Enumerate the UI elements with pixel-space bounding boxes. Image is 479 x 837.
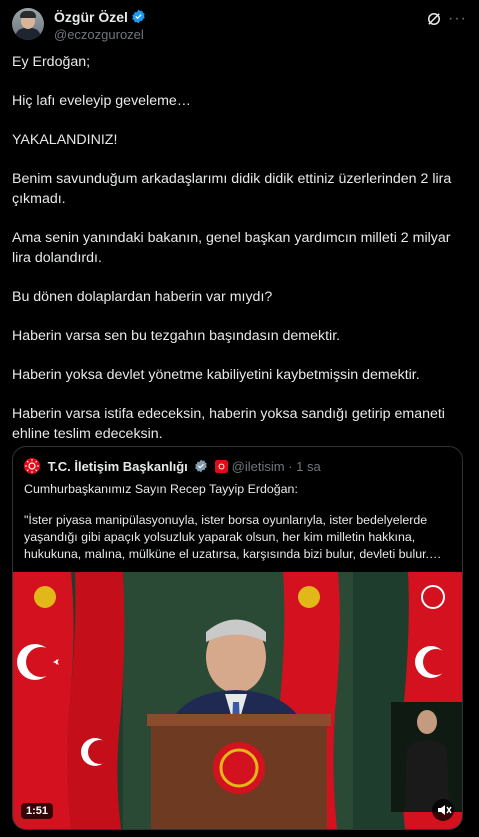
flag-left-2 [67, 572, 125, 829]
tweet-paragraph: Benim savunduğum arkadaşlarımı didik did… [12, 171, 452, 207]
separator: · [288, 459, 293, 474]
flag-left [13, 572, 74, 829]
video-duration: 1:51 [21, 803, 54, 819]
iletisim-logo-icon [24, 458, 40, 474]
more-icon[interactable]: ··· [448, 10, 467, 28]
quoted-author-handle[interactable]: @iletisim [232, 459, 285, 474]
tweet-paragraph: Haberin varsa sen bu tezgahın başındasın… [12, 328, 341, 344]
tweet-paragraph: YAKALANDINIZ! [12, 132, 118, 148]
org-badge-icon [215, 460, 229, 473]
author-name[interactable]: Özgür Özel [54, 9, 146, 25]
quoted-paragraph: "İster piyasa manipülasyonuyla, ister bo… [24, 513, 442, 561]
tweet-paragraph: Haberin varsa istifa edeceksin, haberin … [12, 406, 445, 442]
verified-badge-icon [195, 459, 208, 473]
verified-badge-icon [132, 9, 145, 24]
quoted-paragraph: Cumhurbaşkanımız Sayın Recep Tayyip Erdo… [24, 482, 298, 496]
quoted-tweet-text: Cumhurbaşkanımız Sayın Recep Tayyip Erdo… [24, 481, 452, 577]
tweet-paragraph: Hiç lafı eveleyip geveleme… [12, 93, 191, 109]
tweet-paragraph: Ey Erdoğan; [12, 54, 91, 70]
author-name-text[interactable]: Özgür Özel [54, 9, 128, 25]
tweet-header: Özgür Özel @eczozgurozel ··· [12, 8, 467, 44]
quoted-time[interactable]: 1 sa [296, 459, 321, 474]
quoted-tweet-header: T.C. İletişim Başkanlığı @iletisim · 1 s… [24, 458, 321, 474]
tweet-paragraph: Ama senin yanındaki bakanın, genel başka… [12, 230, 451, 266]
tweet-paragraph: Bu dönen dolaplardan haberin var mıydı? [12, 289, 273, 305]
avatar[interactable] [12, 8, 44, 40]
quoted-tweet[interactable]: T.C. İletişim Başkanlığı @iletisim · 1 s… [12, 446, 463, 830]
video-player[interactable]: 1:51 [13, 572, 462, 829]
mute-icon[interactable] [432, 799, 454, 821]
video-frame [13, 572, 462, 829]
quoted-author-name[interactable]: T.C. İletişim Başkanlığı [48, 459, 188, 474]
grok-icon[interactable] [425, 10, 443, 28]
tweet-text: Ey Erdoğan; Hiç lafı eveleyip geveleme… … [12, 52, 470, 463]
tweet-paragraph: Haberin yoksa devlet yönetme kabiliyetin… [12, 367, 420, 383]
author-handle[interactable]: @eczozgurozel [54, 27, 144, 42]
